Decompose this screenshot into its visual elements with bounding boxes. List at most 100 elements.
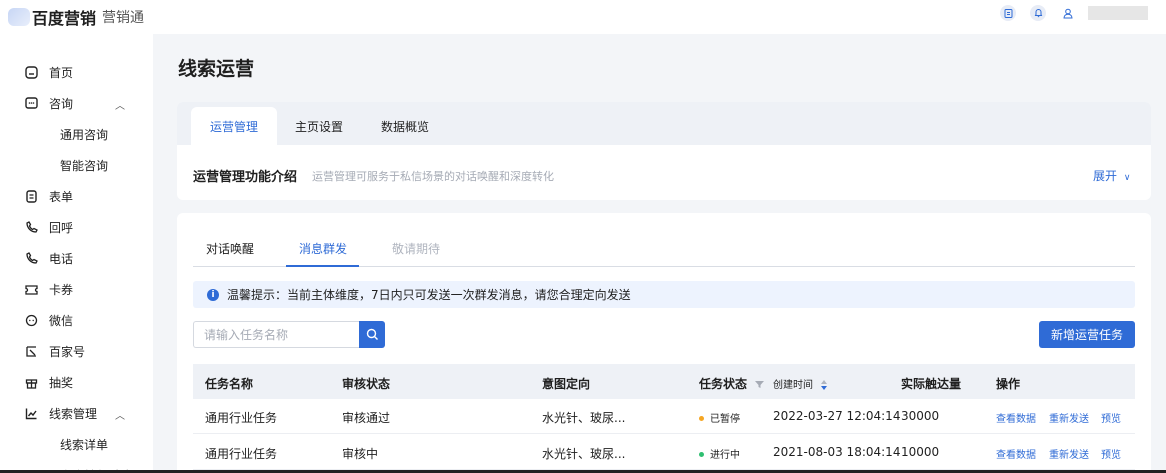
table-row: 通用行业任务 审核中 水光针、玻尿... 进行中 2021-08-03 18:0… [193,435,1135,470]
home-icon [24,66,38,80]
sidebar-item-general-consult[interactable]: 通用咨询 [0,119,153,150]
clipboard-icon[interactable] [1000,5,1016,21]
view-data-link[interactable]: 查看数据 [996,410,1036,425]
expand-label: 展开 [1093,169,1118,183]
cell-review-status: 审核中 [342,447,379,461]
col-created-time-label: 创建时间 [773,380,813,391]
mass-message-card: 对话唤醒 消息群发 敬请期待 i 温馨提示：当前主体维度，7日内只可发送一次群发… [177,213,1151,473]
cell-task-status: 已暂停 [699,410,740,425]
brand-name: 百度营销 [32,9,97,28]
bell-icon[interactable] [1030,5,1046,21]
search-button[interactable] [359,321,385,348]
tab-data-overview[interactable]: 数据概览 [361,107,449,145]
product-name: 营销通 [102,10,145,26]
sidebar-nav: 首页 咨询 ︿ 通用咨询 智能咨询 表单 回呼 电话 卡券 微信 百家号 抽奖 … [0,57,153,473]
sort-icon[interactable] [820,380,828,390]
sidebar-item-label: 表单 [49,190,74,204]
search-icon [366,328,378,340]
subtab-mass-message[interactable]: 消息群发 [299,240,347,257]
expand-button[interactable]: 展开 ∨ [1093,167,1130,184]
cell-task-status: 进行中 [699,446,740,461]
subtab-coming-soon: 敬请期待 [392,242,441,256]
sidebar-item-leads-detail[interactable]: 线索详单 [0,429,153,460]
tab-homepage-settings[interactable]: 主页设置 [277,107,361,145]
view-data-link[interactable]: 查看数据 [996,446,1036,461]
preview-link[interactable]: 预览 [1101,410,1121,425]
chevron-up-icon[interactable]: ︿ [115,407,125,422]
resend-link[interactable]: 重新发送 [1049,410,1089,425]
sidebar-item-phone[interactable]: 电话 [0,243,153,274]
intro-title: 运营管理功能介绍 [193,170,298,185]
col-task-status-label: 任务状态 [699,377,748,391]
notice-text: 温馨提示：当前主体维度，7日内只可发送一次群发消息，请您合理定向发送 [227,288,631,302]
cell-created-time: 2022-03-27 12:04:14 [773,409,901,423]
phone-icon [24,252,38,266]
table-row: 通用行业任务 审核通过 水光针、玻尿... 已暂停 2022-03-27 12:… [193,399,1135,434]
sidebar-item-label: 线索管理 [49,407,98,421]
baijiahao-icon [24,345,38,359]
sidebar-item-wechat[interactable]: 微信 [0,305,153,336]
col-task-name: 任务名称 [205,377,254,391]
subtab-dialog-wakeup[interactable]: 对话唤醒 [206,240,254,257]
task-search-input[interactable] [193,321,359,348]
leads-chart-icon [24,407,38,421]
intro-description: 运营管理可服务于私信场景的对话唤醒和深度转化 [312,170,554,183]
sidebar-item-consult[interactable]: 咨询 ︿ [0,88,153,119]
sidebar-item-label: 首页 [49,66,74,80]
col-actions: 操作 [996,377,1021,391]
resend-link[interactable]: 重新发送 [1049,446,1089,461]
subtab-active-indicator [286,265,359,267]
sidebar-item-leads[interactable]: 线索管理 ︿ [0,398,153,429]
col-actual-reach: 实际触达量 [901,377,962,391]
sidebar: 百度营销 营销通 首页 咨询 ︿ 通用咨询 智能咨询 表单 回呼 电话 卡券 微… [0,0,153,473]
cell-intent: 水光针、玻尿... [542,411,626,425]
chevron-down-icon: ∨ [1123,173,1131,183]
sidebar-item-label: 回呼 [49,221,74,235]
baidu-logo-icon [8,8,30,26]
sidebar-item-label: 抽奖 [49,376,74,390]
sidebar-item-label: 百家号 [49,345,86,359]
operation-intro-card: 运营管理 主页设置 数据概览 运营管理功能介绍 运营管理可服务于私信场景的对话唤… [177,102,1151,200]
user-icon[interactable] [1060,5,1076,21]
table-header: 任务名称 审核状态 意图定向 任务状态 创建时间 实际触达量 操作 [193,364,1135,399]
user-avatar-placeholder[interactable] [1088,6,1148,20]
preview-link[interactable]: 预览 [1101,446,1121,461]
wechat-icon [24,314,38,328]
col-task-status: 任务状态 [699,375,765,392]
form-icon [24,190,38,204]
status-text: 已暂停 [710,414,740,425]
sidebar-item-smart-consult[interactable]: 智能咨询 [0,150,153,181]
filter-icon[interactable] [755,380,765,389]
cell-task-name: 通用行业任务 [205,411,278,425]
col-created-time: 创建时间 [773,376,828,391]
notice-banner: i 温馨提示：当前主体维度，7日内只可发送一次群发消息，请您合理定向发送 [193,281,1135,308]
sidebar-item-callback[interactable]: 回呼 [0,212,153,243]
cell-actual-reach: 10000 [901,445,940,459]
sidebar-item-coupon[interactable]: 卡券 [0,274,153,305]
sidebar-item-baijiahao[interactable]: 百家号 [0,336,153,367]
cell-actual-reach: 30000 [901,409,940,423]
sidebar-item-lottery[interactable]: 抽奖 [0,367,153,398]
chevron-up-icon[interactable]: ︿ [115,97,125,112]
add-operation-task-button[interactable]: 新增运营任务 [1039,321,1135,348]
sidebar-item-home[interactable]: 首页 [0,57,153,88]
page-title: 线索运营 [178,58,255,80]
col-review-status: 审核状态 [342,377,391,391]
gift-icon [24,376,38,390]
tab-operation-management[interactable]: 运营管理 [191,107,277,145]
brand-logo[interactable]: 百度营销 营销通 [8,5,144,29]
main-tabs: 运营管理 主页设置 数据概览 [177,102,1151,145]
col-intent-targeting: 意图定向 [542,377,591,391]
chat-icon [24,97,38,111]
sidebar-item-label: 微信 [49,314,74,328]
callback-icon [24,221,38,235]
sidebar-item-form[interactable]: 表单 [0,181,153,212]
cell-created-time: 2021-08-03 18:04:14 [773,445,901,459]
status-text: 进行中 [710,450,740,461]
status-dot-paused [699,415,704,421]
cell-intent: 水光针、玻尿... [542,447,626,461]
cell-review-status: 审核通过 [342,411,391,425]
status-dot-running [699,451,704,457]
sidebar-item-label: 卡券 [49,283,74,297]
sidebar-item-label: 电话 [49,252,74,266]
